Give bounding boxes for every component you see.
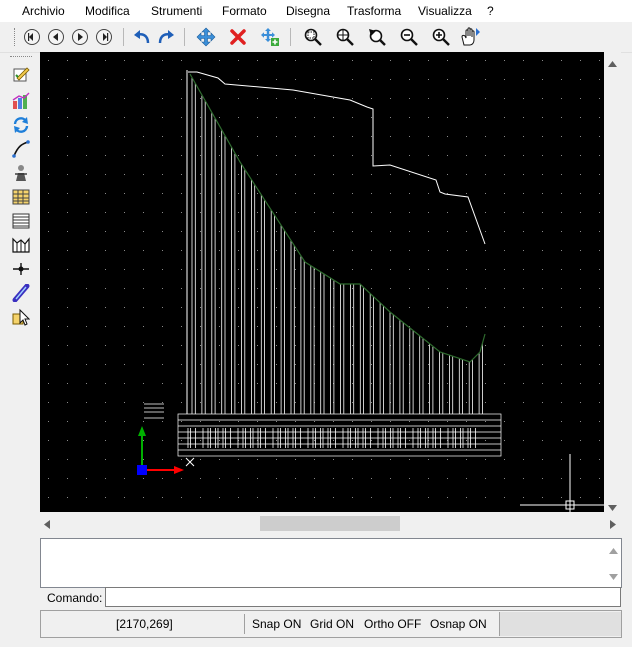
edit-icon[interactable]	[10, 64, 32, 86]
side-grip[interactable]	[10, 56, 32, 59]
vertical-scrollbar[interactable]	[604, 52, 621, 512]
status-osnap[interactable]: Osnap ON	[430, 617, 487, 631]
list-icon[interactable]	[10, 210, 32, 232]
redo-icon[interactable]	[154, 25, 178, 49]
menu-archivio[interactable]: Archivio	[22, 4, 65, 18]
command-input[interactable]	[105, 587, 621, 607]
prev-icon[interactable]	[44, 25, 68, 49]
pointer-icon[interactable]	[10, 306, 32, 328]
table-icon[interactable]	[10, 186, 32, 208]
status-bar: [2170,269] Snap ON Grid ON Ortho OFF Osn…	[40, 610, 622, 638]
zoom-window-icon[interactable]	[301, 25, 325, 49]
status-panel	[499, 612, 621, 636]
history-scroll-down-icon[interactable]	[609, 569, 618, 583]
crosshair-cursor	[520, 454, 604, 512]
menu-visualizza[interactable]: Visualizza	[418, 4, 472, 18]
command-label: Comando:	[47, 591, 103, 605]
design-profile	[189, 73, 486, 363]
command-history[interactable]	[40, 538, 622, 588]
drawing-svg	[48, 60, 604, 512]
move-icon[interactable]	[194, 25, 218, 49]
zoom-out-icon[interactable]	[397, 25, 421, 49]
history-scroll-up-icon[interactable]	[609, 543, 618, 557]
terrain-profile	[188, 71, 486, 245]
menu-help[interactable]: ?	[487, 4, 494, 18]
menu-bar: Archivio Modifica Strumenti Formato Dise…	[0, 0, 632, 22]
status-snap[interactable]: Snap ON	[252, 617, 301, 631]
toolbar-grip[interactable]	[14, 28, 17, 46]
scroll-thumb[interactable]	[260, 516, 400, 531]
menu-disegna[interactable]: Disegna	[286, 4, 330, 18]
first-icon[interactable]	[20, 25, 44, 49]
refresh-icon[interactable]	[10, 114, 32, 136]
delete-icon[interactable]	[226, 25, 250, 49]
status-ortho[interactable]: Ortho OFF	[364, 617, 421, 631]
zoom-extents-icon[interactable]	[333, 25, 357, 49]
data-table	[144, 403, 502, 457]
scroll-left-icon[interactable]	[44, 518, 50, 532]
zoom-in-icon[interactable]	[429, 25, 453, 49]
status-grid[interactable]: Grid ON	[310, 617, 354, 631]
toolbar	[0, 22, 632, 53]
pan-icon[interactable]	[458, 25, 482, 49]
scroll-right-icon[interactable]	[610, 518, 616, 532]
status-separator	[244, 614, 245, 634]
menu-strumenti[interactable]: Strumenti	[151, 4, 202, 18]
undo-icon[interactable]	[130, 25, 154, 49]
toolbar-separator	[290, 28, 291, 46]
section-icon[interactable]	[10, 234, 32, 256]
menu-modifica[interactable]: Modifica	[85, 4, 130, 18]
scroll-up-icon[interactable]	[608, 56, 617, 70]
zoom-previous-icon[interactable]	[365, 25, 389, 49]
chart-icon[interactable]	[10, 90, 32, 112]
last-icon[interactable]	[92, 25, 116, 49]
figure-icon[interactable]	[10, 162, 32, 184]
horizontal-scrollbar[interactable]	[40, 512, 621, 534]
status-coordinates: [2170,269]	[116, 617, 173, 631]
ruler-icon[interactable]	[10, 282, 32, 304]
menu-trasforma[interactable]: Trasforma	[347, 4, 401, 18]
point-icon[interactable]	[10, 258, 32, 280]
next-icon[interactable]	[68, 25, 92, 49]
drawing-canvas[interactable]	[40, 52, 604, 512]
side-toolbar	[8, 56, 36, 336]
toolbar-separator	[184, 28, 185, 46]
section-lines	[191, 77, 483, 414]
menu-formato[interactable]: Formato	[222, 4, 267, 18]
curve-icon[interactable]	[10, 138, 32, 160]
toolbar-separator	[123, 28, 124, 46]
ucs-icon	[137, 426, 195, 475]
copy-move-icon[interactable]	[258, 25, 282, 49]
